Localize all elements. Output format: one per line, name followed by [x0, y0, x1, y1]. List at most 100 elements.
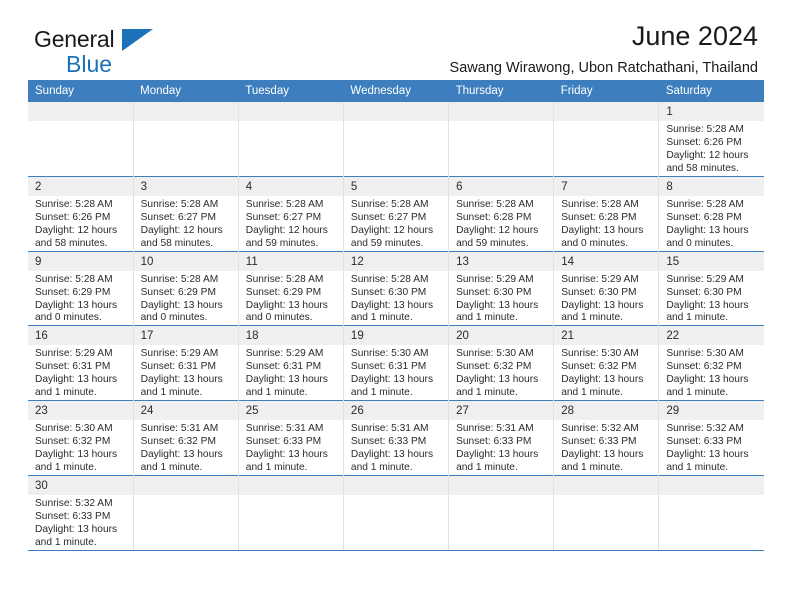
- day-number: 13: [449, 251, 554, 271]
- day-details: Sunrise: 5:28 AM Sunset: 6:26 PM Daylight:…: [659, 121, 764, 176]
- general-blue-logo[interactable]: General Blue: [34, 28, 234, 80]
- calendar-day-cell[interactable]: 12 Sunrise: 5:28 AM Sunset: 6:30 PM Dayligh…: [343, 250, 450, 326]
- day-number: 28: [554, 401, 659, 421]
- calendar-day-cell[interactable]: 2 Sunrise: 5:28 AM Sunset: 6:26 PM Daylight…: [28, 175, 134, 252]
- calendar-day-cell[interactable]: 22 Sunrise: 5:30 AM Sunset: 6:32 PM Dayligh…: [658, 325, 764, 401]
- sunrise-text: Sunrise: 5:29 AM: [456, 273, 534, 285]
- day-number: 29: [659, 401, 764, 421]
- calendar-day-cell[interactable]: 29 Sunrise: 5:32 AM Sunset: 6:33 PM Dayligh…: [658, 400, 764, 476]
- day-number: 21: [554, 326, 659, 346]
- daylight-text-line1: Daylight: 13 hours: [456, 299, 539, 311]
- day-number: [133, 102, 238, 121]
- daylight-text-line2: and 1 minute.: [350, 462, 413, 474]
- day-number: 15: [659, 251, 764, 271]
- daylight-text-line2: and 1 minute.: [456, 387, 518, 399]
- day-details: Sunrise: 5:28 AM Sunset: 6:27 PM Daylight:…: [239, 196, 343, 251]
- calendar-day-cell[interactable]: 17 Sunrise: 5:29 AM Sunset: 6:31 PM Dayligh…: [133, 325, 239, 401]
- calendar-day-cell[interactable]: 26 Sunrise: 5:31 AM Sunset: 6:33 PM Dayligh…: [343, 400, 450, 476]
- calendar-day-cell[interactable]: 1 Sunrise: 5:28 AM Sunset: 6:26 PM Daylight…: [658, 102, 764, 177]
- calendar-day-cell[interactable]: 18 Sunrise: 5:29 AM Sunset: 6:31 PM Dayligh…: [238, 325, 344, 401]
- day-details: Sunrise: 5:28 AM Sunset: 6:29 PM Daylight:…: [28, 271, 133, 326]
- sunrise-text: Sunrise: 5:28 AM: [140, 273, 219, 285]
- day-details: Sunrise: 5:29 AM Sunset: 6:30 PM Daylight:…: [659, 271, 764, 326]
- calendar-day-cell-empty: [238, 102, 344, 177]
- sunrise-text: Sunrise: 5:30 AM: [35, 423, 113, 435]
- calendar-day-cell[interactable]: 24 Sunrise: 5:31 AM Sunset: 6:32 PM Dayligh…: [133, 400, 239, 476]
- calendar-day-cell[interactable]: 30 Sunrise: 5:32 AM Sunset: 6:33 PM Dayligh…: [28, 475, 134, 551]
- daylight-text-line2: and 58 minutes.: [140, 237, 214, 249]
- day-number: [28, 102, 133, 121]
- day-number: 6: [449, 176, 554, 196]
- day-details: Sunrise: 5:29 AM Sunset: 6:31 PM Daylight:…: [239, 345, 343, 400]
- sunset-text: Sunset: 6:27 PM: [350, 211, 427, 223]
- daylight-text-line1: Daylight: 13 hours: [35, 523, 118, 535]
- calendar-day-cell[interactable]: 28 Sunrise: 5:32 AM Sunset: 6:33 PM Dayligh…: [553, 400, 660, 476]
- calendar-day-cell[interactable]: 5 Sunrise: 5:28 AM Sunset: 6:27 PM Daylight…: [343, 175, 450, 252]
- sunset-text: Sunset: 6:32 PM: [456, 361, 532, 373]
- calendar-day-cell[interactable]: 7 Sunrise: 5:28 AM Sunset: 6:28 PM Daylight…: [553, 175, 660, 252]
- calendar-day-cell[interactable]: 11 Sunrise: 5:28 AM Sunset: 6:29 PM Dayligh…: [238, 250, 344, 326]
- logo-text-blue: Blue: [66, 51, 113, 77]
- day-number: [659, 476, 764, 496]
- sunset-text: Sunset: 6:33 PM: [350, 436, 427, 448]
- day-details: Sunrise: 5:30 AM Sunset: 6:32 PM Daylight:…: [659, 345, 764, 400]
- daylight-text-line2: and 1 minute.: [561, 387, 623, 399]
- sunset-text: Sunset: 6:31 PM: [140, 361, 216, 373]
- day-number: 8: [659, 176, 764, 196]
- calendar-day-cell[interactable]: 25 Sunrise: 5:31 AM Sunset: 6:33 PM Dayligh…: [238, 400, 344, 476]
- sunrise-text: Sunrise: 5:28 AM: [666, 124, 744, 135]
- daylight-text-line2: and 1 minute.: [456, 312, 518, 324]
- daylight-text-line1: Daylight: 13 hours: [561, 374, 644, 386]
- sunset-text: Sunset: 6:26 PM: [666, 136, 742, 148]
- calendar-day-cell[interactable]: 4 Sunrise: 5:28 AM Sunset: 6:27 PM Daylight…: [238, 175, 344, 252]
- sunset-text: Sunset: 6:31 PM: [350, 361, 427, 373]
- calendar-week-row: 1 Sunrise: 5:28 AM Sunset: 6:26 PM Daylight…: [28, 102, 764, 177]
- day-number: 16: [28, 326, 133, 346]
- sunset-text: Sunset: 6:31 PM: [35, 361, 111, 373]
- daylight-text-line2: and 1 minute.: [350, 312, 413, 324]
- sunset-text: Sunset: 6:27 PM: [245, 211, 322, 223]
- weekday-header-sunday: Sunday: [28, 80, 134, 102]
- sunset-text: Sunset: 6:32 PM: [666, 361, 742, 373]
- logo-triangle-icon: [122, 29, 153, 51]
- daylight-text-line1: Daylight: 12 hours: [666, 149, 749, 161]
- day-number: [238, 102, 343, 121]
- daylight-text-line2: and 1 minute.: [35, 462, 97, 474]
- day-number: 11: [238, 251, 343, 271]
- calendar-header-row: Sunday Monday Tuesday Wednesday Thursday…: [28, 80, 764, 102]
- calendar-day-cell[interactable]: 19 Sunrise: 5:30 AM Sunset: 6:31 PM Dayligh…: [343, 325, 450, 401]
- day-details: Sunrise: 5:31 AM Sunset: 6:33 PM Daylight:…: [239, 420, 343, 475]
- sunrise-text: Sunrise: 5:28 AM: [245, 273, 324, 285]
- day-number: 22: [659, 326, 764, 346]
- day-number: 26: [343, 401, 449, 421]
- daylight-text-line1: Daylight: 13 hours: [666, 374, 749, 386]
- weekday-header-saturday: Saturday: [658, 80, 764, 102]
- sunrise-text: Sunrise: 5:31 AM: [140, 423, 219, 435]
- daylight-text-line1: Daylight: 13 hours: [666, 299, 749, 311]
- daylight-text-line1: Daylight: 13 hours: [140, 374, 223, 386]
- sunset-text: Sunset: 6:28 PM: [456, 211, 532, 223]
- calendar-day-cell[interactable]: 15 Sunrise: 5:29 AM Sunset: 6:30 PM Dayligh…: [658, 250, 764, 326]
- calendar-day-cell[interactable]: 16 Sunrise: 5:29 AM Sunset: 6:31 PM Dayligh…: [28, 325, 134, 401]
- calendar-day-cell[interactable]: 20 Sunrise: 5:30 AM Sunset: 6:32 PM Dayligh…: [448, 325, 555, 401]
- day-number: 14: [554, 251, 659, 271]
- calendar-day-cell[interactable]: 14 Sunrise: 5:29 AM Sunset: 6:30 PM Dayligh…: [553, 250, 660, 326]
- calendar-week-row: 16 Sunrise: 5:29 AM Sunset: 6:31 PM Dayligh…: [28, 325, 764, 401]
- calendar-day-cell[interactable]: 8 Sunrise: 5:28 AM Sunset: 6:28 PM Daylight…: [658, 175, 764, 252]
- day-number: [343, 102, 449, 121]
- calendar-day-cell[interactable]: 23 Sunrise: 5:30 AM Sunset: 6:32 PM Dayligh…: [28, 400, 134, 476]
- calendar-day-cell[interactable]: 21 Sunrise: 5:30 AM Sunset: 6:32 PM Dayligh…: [553, 325, 660, 401]
- calendar-day-cell[interactable]: 10 Sunrise: 5:28 AM Sunset: 6:29 PM Dayligh…: [133, 250, 239, 326]
- day-details: Sunrise: 5:30 AM Sunset: 6:32 PM Daylight:…: [449, 345, 553, 400]
- day-number: 2: [28, 176, 133, 196]
- calendar-day-cell[interactable]: 13 Sunrise: 5:29 AM Sunset: 6:30 PM Dayligh…: [448, 250, 555, 326]
- day-details: Sunrise: 5:28 AM Sunset: 6:29 PM Daylight:…: [239, 271, 343, 326]
- day-number: 5: [343, 176, 449, 196]
- calendar-day-cell[interactable]: 9 Sunrise: 5:28 AM Sunset: 6:29 PM Daylight…: [28, 250, 134, 326]
- sunset-text: Sunset: 6:28 PM: [666, 211, 742, 223]
- calendar-day-cell[interactable]: 6 Sunrise: 5:28 AM Sunset: 6:28 PM Daylight…: [448, 175, 555, 252]
- daylight-text-line2: and 1 minute.: [140, 462, 203, 474]
- calendar-day-cell[interactable]: 3 Sunrise: 5:28 AM Sunset: 6:27 PM Daylight…: [133, 175, 239, 252]
- sunrise-text: Sunrise: 5:29 AM: [245, 348, 324, 360]
- calendar-day-cell[interactable]: 27 Sunrise: 5:31 AM Sunset: 6:33 PM Dayligh…: [448, 400, 555, 476]
